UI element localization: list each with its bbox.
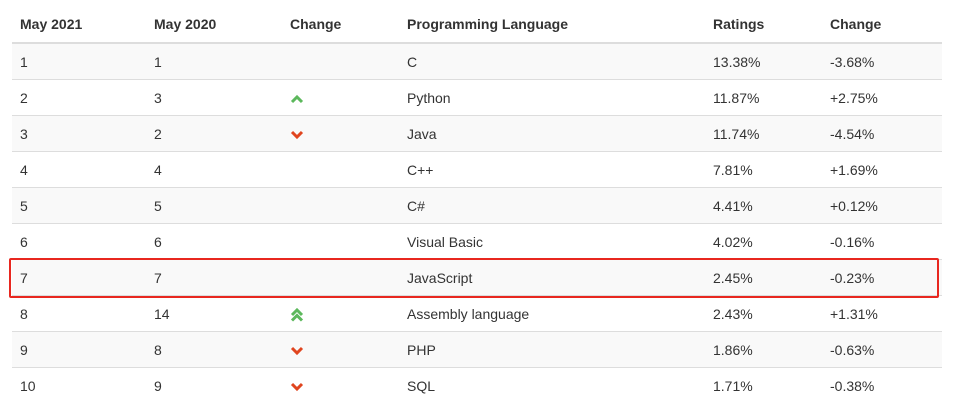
change-cell: -0.38% [822,367,942,403]
double-chevron-up-icon [290,307,304,322]
rank-2021-cell: 7 [12,259,146,296]
change-cell: +2.75% [822,79,942,116]
rank-2021-cell: 2 [12,79,146,116]
table-row: 5 5 C# 4.41% +0.12% [12,187,942,224]
trend-cell [282,367,399,403]
trend-cell [282,115,399,152]
tiobe-index-table-container: May 2021 May 2020 Change Programming Lan… [0,0,955,412]
language-cell: PHP [399,331,705,368]
table-row: 7 7 JavaScript 2.45% -0.23% [12,259,942,296]
trend-cell [282,43,399,80]
language-cell: JavaScript [399,259,705,296]
change-cell: +1.69% [822,151,942,188]
language-cell: SQL [399,367,705,403]
trend-cell [282,259,399,296]
header-may-2021: May 2021 [12,6,146,44]
change-cell: +1.31% [822,295,942,332]
chevron-down-icon [290,380,304,394]
header-row: May 2021 May 2020 Change Programming Lan… [12,6,942,44]
rank-2020-cell: 6 [146,223,282,260]
trend-cell [282,295,399,332]
table-row: 3 2 Java 11.74% -4.54% [12,115,942,152]
table-row: 1 1 C 13.38% -3.68% [12,43,942,80]
table-row: 9 8 PHP 1.86% -0.63% [12,331,942,368]
language-cell: Visual Basic [399,223,705,260]
chevron-down-icon [290,128,304,142]
rating-cell: 4.41% [705,187,822,224]
rank-2021-cell: 9 [12,331,146,368]
table-row: 6 6 Visual Basic 4.02% -0.16% [12,223,942,260]
rank-2021-cell: 5 [12,187,146,224]
language-cell: Assembly language [399,295,705,332]
trend-cell [282,331,399,368]
rating-cell: 2.45% [705,259,822,296]
rating-cell: 1.71% [705,367,822,403]
language-cell: C++ [399,151,705,188]
change-cell: -0.23% [822,259,942,296]
rank-2020-cell: 8 [146,331,282,368]
rank-2021-cell: 3 [12,115,146,152]
rank-2020-cell: 9 [146,367,282,403]
rating-cell: 2.43% [705,295,822,332]
trend-cell [282,223,399,260]
table-row: 2 3 Python 11.87% +2.75% [12,79,942,116]
change-cell: -0.63% [822,331,942,368]
chevron-down-icon [290,344,304,358]
rank-2020-cell: 4 [146,151,282,188]
rank-2021-cell: 8 [12,295,146,332]
rank-2020-cell: 2 [146,115,282,152]
rank-2020-cell: 3 [146,79,282,116]
language-cell: Java [399,115,705,152]
ranking-table: May 2021 May 2020 Change Programming Lan… [12,6,942,403]
rating-cell: 11.87% [705,79,822,116]
rating-cell: 11.74% [705,115,822,152]
change-cell: +0.12% [822,187,942,224]
header-trend-change: Change [282,6,399,44]
rating-cell: 4.02% [705,223,822,260]
header-change: Change [822,6,942,44]
change-cell: -0.16% [822,223,942,260]
language-cell: C# [399,187,705,224]
trend-cell [282,79,399,116]
rank-2021-cell: 10 [12,367,146,403]
change-cell: -3.68% [822,43,942,80]
chevron-up-icon [290,92,304,106]
rating-cell: 1.86% [705,331,822,368]
rank-2020-cell: 14 [146,295,282,332]
change-cell: -4.54% [822,115,942,152]
trend-cell [282,187,399,224]
rank-2020-cell: 5 [146,187,282,224]
language-cell: C [399,43,705,80]
rank-2021-cell: 6 [12,223,146,260]
rank-2020-cell: 7 [146,259,282,296]
rank-2021-cell: 1 [12,43,146,80]
rank-2021-cell: 4 [12,151,146,188]
rank-2020-cell: 1 [146,43,282,80]
table-row: 10 9 SQL 1.71% -0.38% [12,367,942,403]
language-cell: Python [399,79,705,116]
header-may-2020: May 2020 [146,6,282,44]
table-row: 4 4 C++ 7.81% +1.69% [12,151,942,188]
trend-cell [282,151,399,188]
rating-cell: 13.38% [705,43,822,80]
table-body: 1 1 C 13.38% -3.68% 2 3 Python 11.87% +2.75% 3 2 Jav… [12,43,942,403]
header-programming-language: Programming Language [399,6,705,44]
rating-cell: 7.81% [705,151,822,188]
table-row: 8 14 Assembly language 2.43% +1.31% [12,295,942,332]
table-header: May 2021 May 2020 Change Programming Lan… [12,6,942,44]
header-ratings: Ratings [705,6,822,44]
